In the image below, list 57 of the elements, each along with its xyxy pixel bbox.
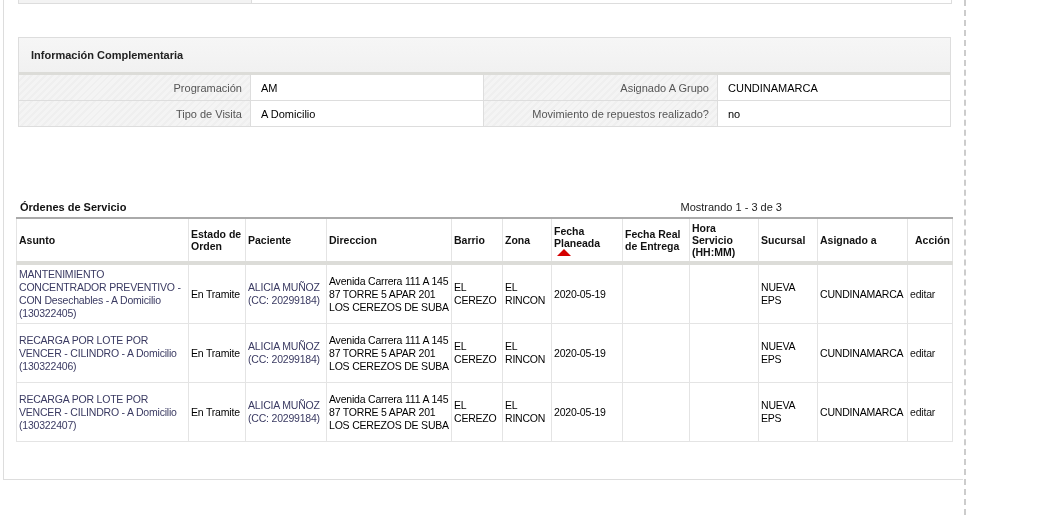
field-label: Programación — [19, 75, 251, 100]
table-title: Órdenes de Servicio — [20, 201, 127, 213]
table-cell — [622, 382, 690, 442]
table-cell: 2020-05-19 — [551, 263, 623, 324]
table-cell — [689, 263, 759, 324]
column-header[interactable]: Fecha Planeada — [551, 218, 623, 263]
column-header[interactable]: Direccion — [326, 218, 452, 263]
column-header[interactable]: Asignado a — [817, 218, 908, 263]
table-cell: EL CEREZO — [451, 323, 503, 383]
order-link[interactable]: ALICIA MUÑOZ (CC: 20299184) — [248, 399, 324, 425]
table-cell: EL RINCON — [502, 323, 552, 383]
column-header[interactable]: Hora Servicio (HH:MM) — [689, 218, 759, 263]
column-header[interactable]: Estado de Orden — [188, 218, 246, 263]
table-cell: NUEVA EPS — [758, 323, 818, 383]
column-header[interactable]: Zona — [502, 218, 552, 263]
table-cell: En Tramite — [188, 263, 246, 324]
table-cell: Avenida Carrera 111 A 145 87 TORRE 5 APAR 201 LOS CEREZOS DE SUBA — [326, 323, 452, 383]
section-title: Información Complementaria — [31, 49, 184, 61]
table-cell: Avenida Carrera 111 A 145 87 TORRE 5 APAR 201 LOS CEREZOS DE SUBA — [326, 263, 452, 324]
field-label: Asignado A Grupo — [484, 75, 718, 100]
column-header[interactable]: Barrio — [451, 218, 503, 263]
edit-link[interactable]: editar — [910, 287, 936, 300]
table-cell — [689, 382, 759, 442]
table-cell: EL CEREZO — [451, 382, 503, 442]
table-cell: 2020-05-19 — [551, 323, 623, 383]
pager-text: Mostrando 1 - 3 de 3 — [680, 201, 782, 213]
table-cell — [622, 263, 690, 324]
table-cell: 2020-05-19 — [551, 382, 623, 442]
table-cell: EL RINCON — [502, 382, 552, 442]
table-cell: EL CEREZO — [451, 263, 503, 324]
order-link[interactable]: ALICIA MUÑOZ (CC: 20299184) — [248, 281, 324, 307]
table-cell: En Tramite — [188, 323, 246, 383]
order-link[interactable]: ALICIA MUÑOZ (CC: 20299184) — [248, 340, 324, 366]
edit-link[interactable]: editar — [910, 346, 936, 359]
field-label: Movimiento de repuestos realizado? — [484, 101, 718, 126]
table-cell: EL RINCON — [502, 263, 552, 324]
order-link[interactable]: RECARGA POR LOTE POR VENCER - CILINDRO - A Domicilio (130322406) — [19, 333, 186, 373]
column-header[interactable]: Acción — [907, 218, 953, 263]
table-cell — [622, 323, 690, 383]
field-label: Tipo de Visita — [19, 101, 251, 126]
field-value: no — [727, 106, 742, 122]
order-link[interactable]: RECARGA POR LOTE POR VENCER - CILINDRO - A Domicilio (130322407) — [19, 392, 186, 432]
edit-link[interactable]: editar — [910, 405, 936, 418]
table-cell: CUNDINAMARCA — [817, 263, 908, 324]
table-cell: Avenida Carrera 111 A 145 87 TORRE 5 APAR 201 LOS CEREZOS DE SUBA — [326, 382, 452, 442]
field-value: CUNDINAMARCA — [727, 80, 819, 96]
table-cell: En Tramite — [188, 382, 246, 442]
table-cell: NUEVA EPS — [758, 382, 818, 442]
table-cell: CUNDINAMARCA — [817, 382, 908, 442]
column-header[interactable]: Fecha Real de Entrega — [622, 218, 690, 263]
order-link[interactable]: MANTENIMIENTO CONCENTRADOR PREVENTIVO - CON Desechables - A Domicilio (130322405) — [19, 268, 186, 320]
table-cell — [689, 323, 759, 383]
column-header[interactable]: Asunto — [16, 218, 189, 263]
column-header[interactable]: Paciente — [245, 218, 327, 263]
table-cell: NUEVA EPS — [758, 263, 818, 324]
column-header[interactable]: Sucursal — [758, 218, 818, 263]
table-cell: CUNDINAMARCA — [817, 323, 908, 383]
